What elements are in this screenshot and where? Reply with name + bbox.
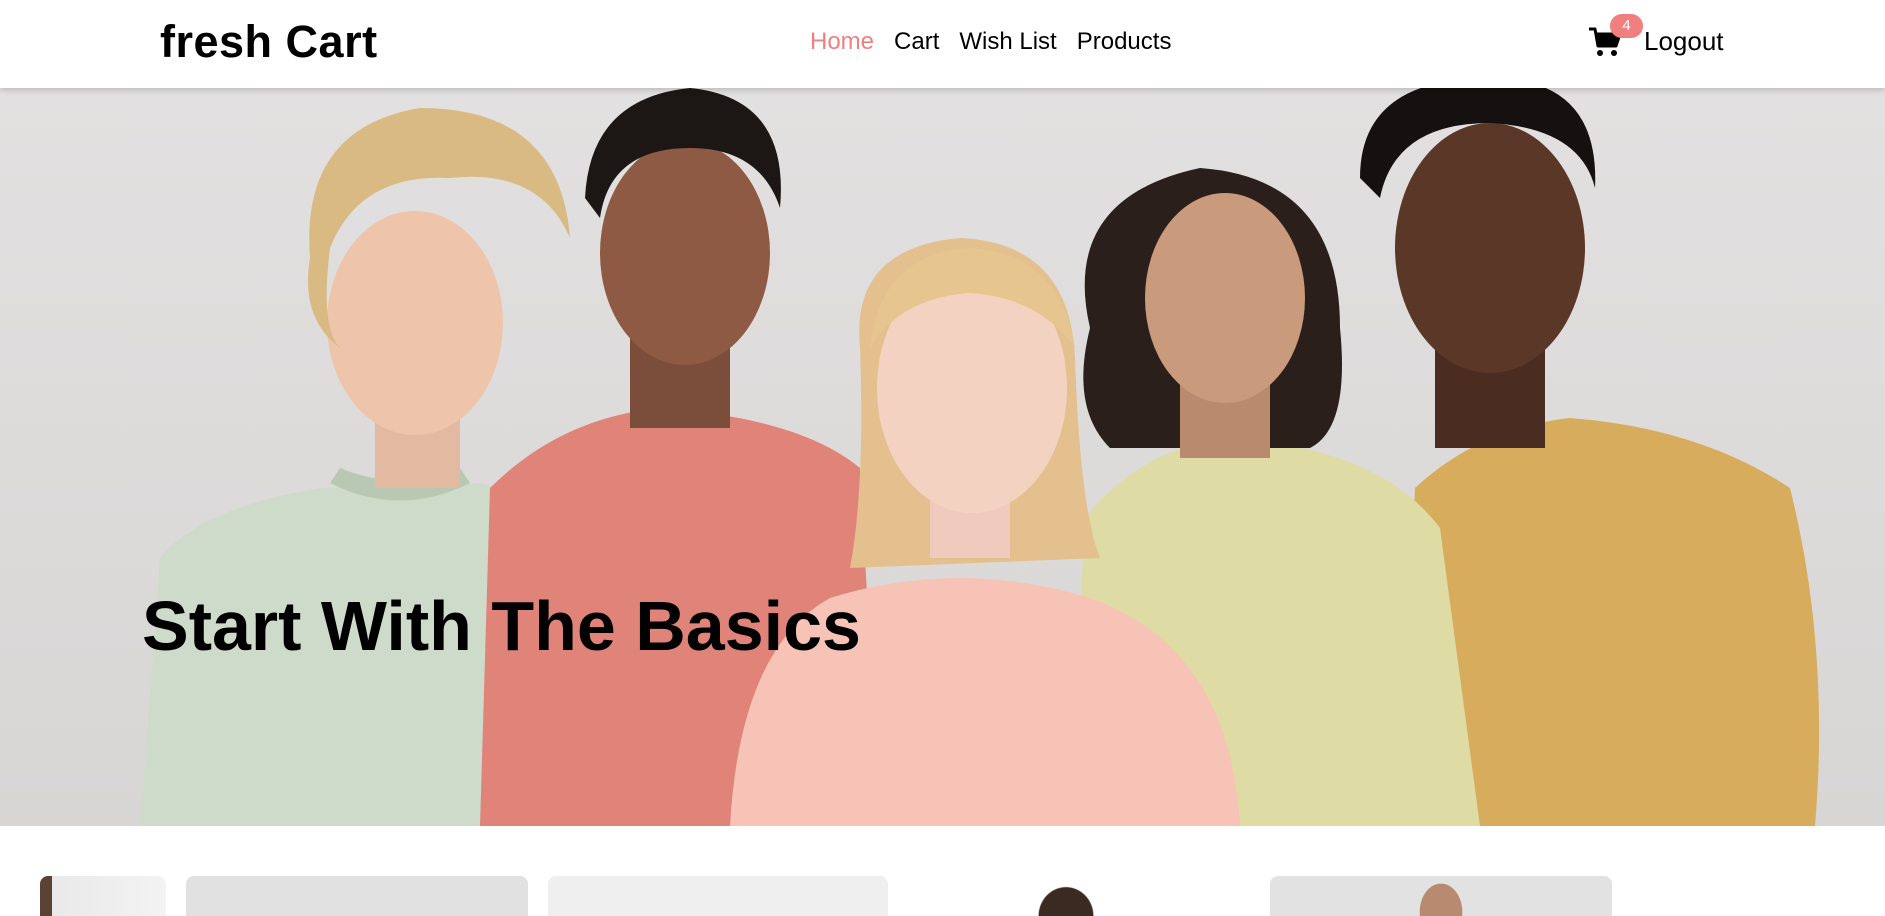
category-card[interactable] — [40, 876, 166, 916]
hero-banner: Start With The Basics — [0, 88, 1885, 826]
hero-image — [140, 88, 1820, 826]
cart-button[interactable]: 4 — [1588, 14, 1643, 62]
hero-title: Start With The Basics — [142, 587, 861, 665]
nav-link-wish-list[interactable]: Wish List — [959, 28, 1056, 56]
logout-link[interactable]: Logout — [1644, 26, 1724, 57]
nav-link-home[interactable]: Home — [810, 28, 874, 56]
category-card[interactable] — [548, 876, 888, 916]
nav-link-products[interactable]: Products — [1077, 28, 1172, 56]
nav-link-cart[interactable]: Cart — [894, 28, 939, 56]
brand-logo[interactable]: fresh Cart — [160, 16, 378, 68]
main-nav: Home Cart Wish List Products — [810, 28, 1171, 56]
category-slider — [0, 826, 1885, 916]
cart-count-badge: 4 — [1610, 14, 1643, 38]
category-card[interactable] — [186, 876, 528, 916]
category-card[interactable] — [1270, 876, 1612, 916]
category-card[interactable] — [1028, 876, 1104, 916]
navbar: fresh Cart Home Cart Wish List Products … — [0, 0, 1885, 88]
